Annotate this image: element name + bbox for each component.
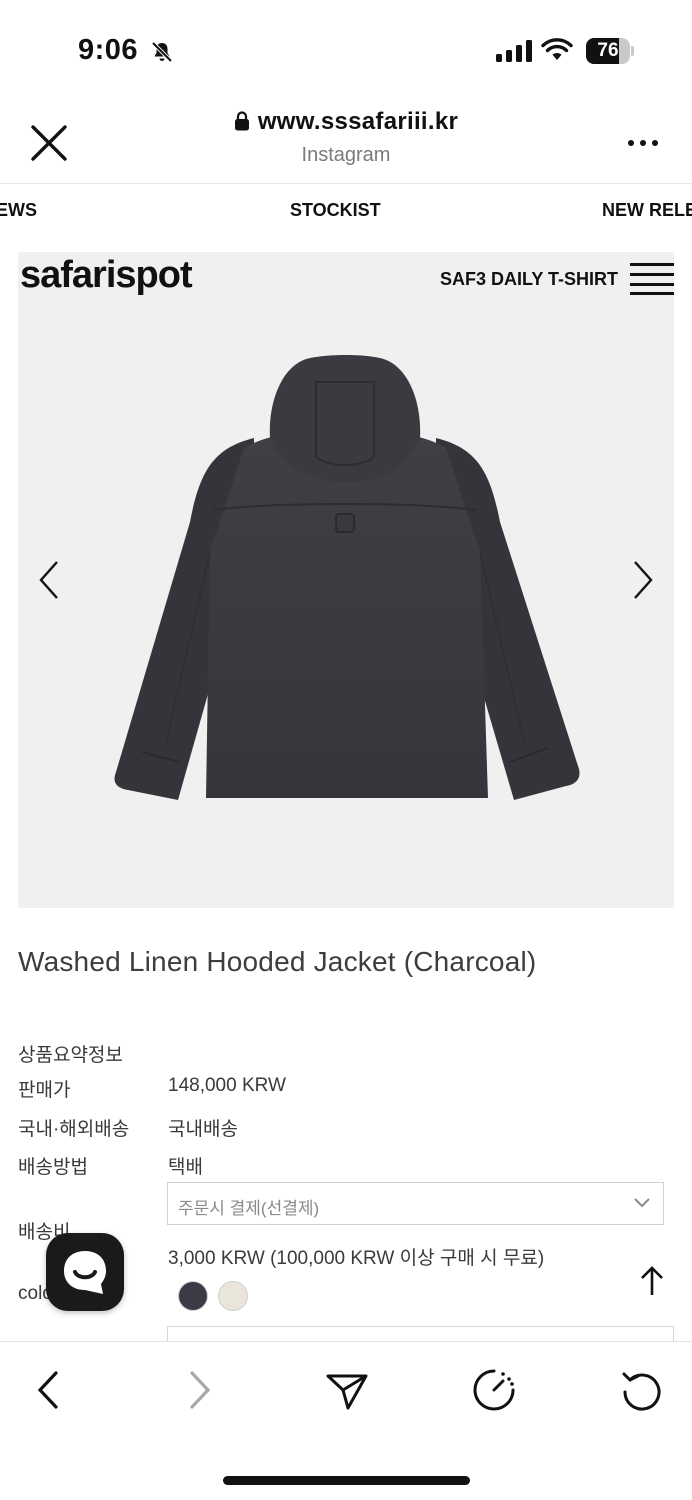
nav-item-new-release[interactable]: NEW RELE	[602, 200, 692, 221]
lock-icon	[234, 111, 249, 131]
chat-button[interactable]	[46, 1233, 124, 1311]
close-icon[interactable]	[30, 124, 68, 162]
shipping-select[interactable]: 주문시 결제(선결제)	[167, 1182, 664, 1225]
url-bar[interactable]: www.sssafariii.kr	[180, 108, 512, 140]
price-label: 판매가	[18, 1080, 71, 1101]
url-text: www.sssafariii.kr	[257, 108, 459, 135]
method-label: 배송방법	[18, 1157, 88, 1178]
scroll-to-top-icon[interactable]	[640, 1265, 664, 1297]
menu-label[interactable]: SAF3 DAILY T-SHIRT	[440, 269, 618, 290]
nav-item-stockist[interactable]: STOCKIST	[290, 200, 381, 221]
status-bar: 9:06 76	[0, 0, 692, 100]
wifi-icon	[541, 38, 573, 60]
browser-header: www.sssafariii.kr Instagram	[0, 100, 692, 184]
chat-icon	[64, 1251, 106, 1294]
back-icon[interactable]	[26, 1366, 74, 1414]
product-title: Washed Linen Hooded Jacket (Charcoal)	[18, 946, 537, 977]
product-gallery: safarispot SAF3 DAILY T-SHIRT	[18, 252, 674, 908]
reload-icon[interactable]	[618, 1366, 666, 1414]
forward-icon[interactable]	[176, 1366, 224, 1414]
more-icon[interactable]	[626, 138, 660, 148]
jacket-image	[114, 355, 580, 800]
hamburger-menu-icon[interactable]	[630, 262, 674, 296]
signal-icon	[496, 40, 532, 62]
share-icon[interactable]	[322, 1366, 370, 1414]
shipping-select-value: 주문시 결제(선결제)	[178, 1199, 320, 1218]
bell-slash-icon	[151, 41, 173, 63]
home-indicator[interactable]	[223, 1476, 470, 1485]
speed-icon[interactable]	[470, 1366, 518, 1414]
fee-value: 3,000 KRW (100,000 KRW 이상 구매 시 무료)	[168, 1248, 545, 1269]
nav-item-news[interactable]: EWS	[0, 200, 37, 221]
chevron-left-icon[interactable]	[38, 560, 60, 600]
brand-logo[interactable]: safarispot	[20, 254, 193, 297]
chevron-down-icon	[634, 1198, 650, 1208]
color-swatch-charcoal[interactable]	[178, 1281, 208, 1311]
price-value: 148,000 KRW	[168, 1075, 286, 1096]
source-label: Instagram	[301, 144, 391, 166]
summary-label: 상품요약정보	[18, 1045, 123, 1066]
domestic-value: 국내배송	[168, 1119, 238, 1140]
status-time: 9:06	[78, 34, 139, 66]
battery-icon: 76	[586, 38, 634, 64]
chevron-right-icon[interactable]	[632, 560, 654, 600]
site-nav: EWS STOCKIST NEW RELE	[0, 185, 692, 235]
domestic-label: 국내·해외배송	[18, 1119, 130, 1140]
method-value: 택배	[168, 1157, 203, 1178]
color-swatch-ivory[interactable]	[218, 1281, 248, 1311]
battery-level: 76	[597, 40, 619, 61]
